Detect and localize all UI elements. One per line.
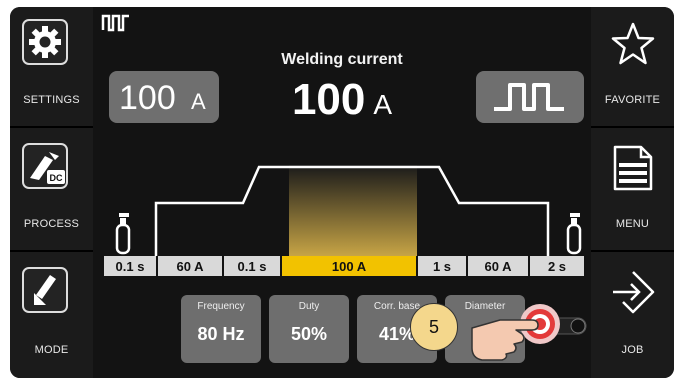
- seg-start-current[interactable]: 60 A: [158, 256, 224, 276]
- mode-label: MODE: [34, 344, 69, 356]
- touch-overlay: [471, 304, 587, 361]
- seg-end-current[interactable]: 60 A: [468, 256, 530, 276]
- menu-label: MENU: [615, 218, 650, 230]
- duty-value: 50%: [290, 324, 328, 344]
- pulse-mode-icon: [101, 14, 129, 32]
- seg-welding-current[interactable]: 100 A: [282, 256, 418, 276]
- gas-bottle-left-icon: [115, 213, 131, 255]
- process-button[interactable]: DC PROCESS: [10, 131, 93, 252]
- job-label: JOB: [621, 344, 644, 356]
- settings-label: SETTINGS: [23, 94, 80, 106]
- favorite-button[interactable]: FAVORITE: [591, 7, 674, 128]
- job-button[interactable]: JOB: [591, 255, 674, 376]
- document-icon: [608, 143, 658, 193]
- gas-bottle-right-icon: [566, 213, 582, 255]
- torch-icon: DC: [22, 143, 68, 189]
- pulse-waveform-icon: [494, 83, 564, 111]
- frequency-title: Frequency: [197, 301, 245, 312]
- seg-preflow-time[interactable]: 0.1 s: [104, 256, 158, 276]
- gear-icon: [22, 19, 68, 65]
- settings-button[interactable]: SETTINGS: [10, 7, 93, 128]
- callout-number: 5: [410, 303, 458, 351]
- weld-sequence-chart: [115, 165, 582, 257]
- seg-downslope-time[interactable]: 1 s: [418, 256, 468, 276]
- job-arrow-icon: [608, 267, 658, 317]
- active-phase-highlight: [289, 165, 417, 257]
- pill-value: 100: [119, 79, 176, 117]
- trigger-icon: [22, 267, 68, 313]
- mode-button[interactable]: MODE: [10, 255, 93, 376]
- frequency-value: 80 Hz: [197, 324, 245, 344]
- seg-upslope-time[interactable]: 0.1 s: [224, 256, 282, 276]
- current-value-button[interactable]: 100 A: [109, 71, 219, 123]
- sequence-bar: 0.1 s 60 A 0.1 s 100 A 1 s 60 A 2 s: [104, 256, 584, 276]
- star-icon: [608, 19, 658, 69]
- left-sidebar: SETTINGS DC PROCESS MODE: [10, 7, 93, 378]
- main-current-unit: A: [373, 89, 393, 120]
- main-current-value: 100: [291, 75, 366, 124]
- seg-postflow-time[interactable]: 2 s: [530, 256, 584, 276]
- parameter-title: Welding current: [281, 51, 403, 68]
- process-badge: DC: [50, 173, 63, 183]
- pulse-waveform-button[interactable]: [476, 71, 584, 123]
- right-sidebar: FAVORITE MENU JOB: [591, 7, 674, 378]
- favorite-label: FAVORITE: [604, 94, 661, 106]
- duty-card[interactable]: Duty 50%: [269, 295, 349, 363]
- process-label: PROCESS: [23, 218, 80, 230]
- pill-unit: A: [191, 89, 206, 114]
- duty-title: Duty: [298, 301, 320, 312]
- frequency-card[interactable]: Frequency 80 Hz: [181, 295, 261, 363]
- menu-button[interactable]: MENU: [591, 131, 674, 252]
